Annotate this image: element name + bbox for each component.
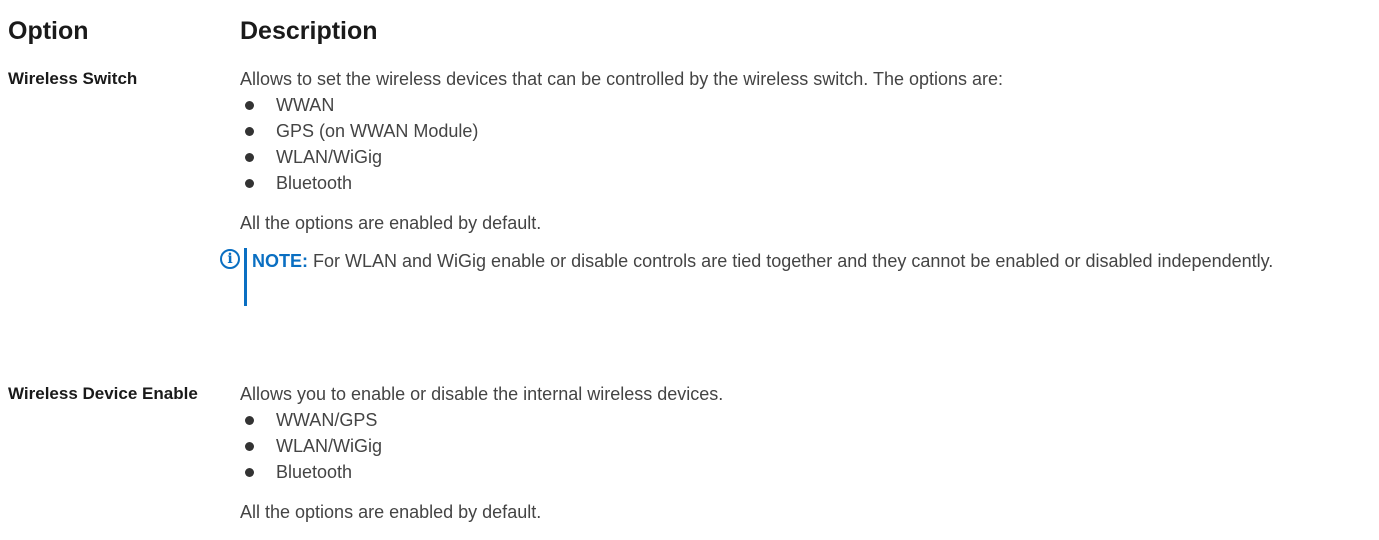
note-accent-bar <box>244 248 247 306</box>
option-list: WWAN/GPS WLAN/WiGig Bluetooth <box>240 407 1379 485</box>
note-label: NOTE: <box>252 251 308 271</box>
note-box: i NOTE: For WLAN and WiGig enable or dis… <box>220 248 1379 306</box>
list-item: WLAN/WiGig <box>240 433 1379 459</box>
list-item: WWAN/GPS <box>240 407 1379 433</box>
list-item: GPS (on WWAN Module) <box>240 118 1379 144</box>
list-item-label: Bluetooth <box>276 462 353 482</box>
list-item-label: Bluetooth <box>276 173 353 193</box>
option-name-wireless-device-enable: Wireless Device Enable <box>8 384 198 403</box>
list-item: WWAN <box>240 92 1379 118</box>
bullet-icon <box>245 101 254 110</box>
option-list: WWAN GPS (on WWAN Module) WLAN/WiGig Blu… <box>240 92 1379 196</box>
note-text: NOTE: For WLAN and WiGig enable or disab… <box>240 248 1379 274</box>
list-item-label: WLAN/WiGig <box>276 147 383 167</box>
description-intro: Allows you to enable or disable the inte… <box>240 384 724 404</box>
description-wireless-device-enable: Allows you to enable or disable the inte… <box>240 381 1379 525</box>
description-wireless-switch: Allows to set the wireless devices that … <box>220 66 1379 306</box>
description-footer: All the options are enabled by default. <box>240 502 542 522</box>
bullet-icon <box>245 442 254 451</box>
bullet-icon <box>245 416 254 425</box>
list-item-label: WLAN/WiGig <box>276 436 383 456</box>
list-item: Bluetooth <box>240 170 1379 196</box>
bullet-icon <box>245 127 254 136</box>
note-body: For WLAN and WiGig enable or disable con… <box>313 251 1274 271</box>
column-header-description: Description <box>240 17 378 45</box>
description-intro: Allows to set the wireless devices that … <box>240 69 1004 89</box>
bullet-icon <box>245 179 254 188</box>
bullet-icon <box>245 153 254 162</box>
list-item-label: WWAN <box>276 95 335 115</box>
description-footer: All the options are enabled by default. <box>240 213 542 233</box>
list-item: Bluetooth <box>240 459 1379 485</box>
list-item-label: WWAN/GPS <box>276 410 378 430</box>
list-item-label: GPS (on WWAN Module) <box>276 121 479 141</box>
list-item: WLAN/WiGig <box>240 144 1379 170</box>
bullet-icon <box>245 468 254 477</box>
option-name-wireless-switch: Wireless Switch <box>8 69 138 88</box>
info-icon: i <box>220 249 240 269</box>
column-header-option: Option <box>8 17 89 45</box>
